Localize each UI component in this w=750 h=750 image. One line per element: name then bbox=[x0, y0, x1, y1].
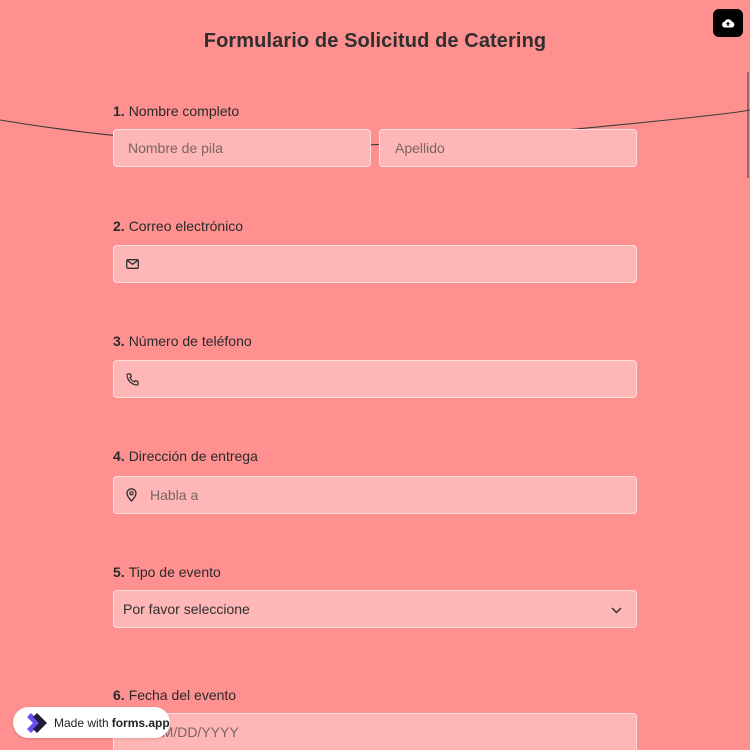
question-2-label: 2. Correo electrónico bbox=[113, 218, 244, 234]
question-6-label: 6. Fecha del evento bbox=[113, 687, 237, 703]
event-type-selected: Por favor seleccione bbox=[123, 601, 250, 617]
badge-made-with-text: Made with bbox=[54, 715, 109, 730]
cloud-upload-icon bbox=[720, 15, 736, 31]
event-type-select[interactable]: Por favor seleccione bbox=[113, 590, 637, 628]
mail-icon bbox=[124, 256, 140, 272]
last-name-placeholder: Apellido bbox=[395, 140, 445, 156]
phone-icon bbox=[124, 371, 140, 387]
last-name-field[interactable]: Apellido bbox=[379, 129, 637, 167]
first-name-placeholder: Nombre de pila bbox=[128, 140, 223, 156]
location-pin-icon bbox=[123, 487, 139, 503]
page-title: Formulario de Solicitud de Catering bbox=[203, 30, 547, 52]
question-1-label: 1. Nombre completo bbox=[113, 103, 240, 119]
badge-brand-text: forms.app bbox=[111, 715, 170, 730]
question-3-label: 3. Número de teléfono bbox=[113, 333, 252, 349]
question-5-label: 5. Tipo de evento bbox=[113, 564, 221, 580]
phone-field[interactable] bbox=[113, 360, 637, 398]
forms-app-logo-icon bbox=[21, 711, 51, 735]
address-field[interactable]: Habla a bbox=[113, 476, 637, 514]
made-with-badge[interactable]: Made with forms.app bbox=[13, 707, 170, 738]
email-field[interactable] bbox=[113, 245, 637, 283]
upload-button[interactable] bbox=[713, 9, 743, 37]
chevron-down-icon bbox=[608, 602, 624, 618]
address-placeholder: Habla a bbox=[150, 487, 199, 503]
question-4-label: 4. Dirección de entrega bbox=[113, 448, 258, 464]
event-date-field[interactable]: MM/DD/YYYY bbox=[113, 713, 637, 750]
first-name-field[interactable]: Nombre de pila bbox=[113, 129, 371, 167]
